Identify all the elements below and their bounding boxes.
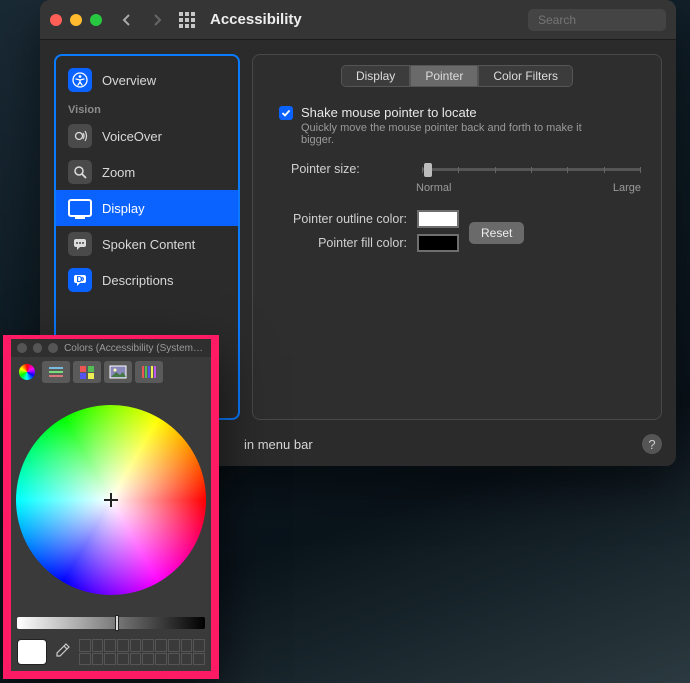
- sidebar-item-spoken-content[interactable]: Spoken Content: [56, 226, 238, 262]
- help-button[interactable]: ?: [642, 434, 662, 454]
- shake-to-locate-hint: Quickly move the mouse pointer back and …: [301, 122, 601, 146]
- sidebar-item-label: Overview: [102, 73, 156, 88]
- accessibility-icon: [68, 68, 92, 92]
- picker-minimize-button[interactable]: [33, 343, 43, 353]
- sidebar-item-display[interactable]: Display: [56, 190, 238, 226]
- slider-max-label: Large: [613, 182, 641, 194]
- picker-mode-sliders[interactable]: [42, 361, 70, 383]
- forward-button[interactable]: [146, 9, 168, 31]
- content-pane: Display Pointer Color Filters Shake mous…: [252, 54, 662, 420]
- pointer-size-label: Pointer size:: [291, 162, 416, 176]
- sliders-icon: [48, 365, 64, 379]
- picker-title: Colors (Accessibility (System P...: [64, 343, 205, 354]
- sidebar-item-overview[interactable]: Overview: [56, 62, 238, 98]
- eyedropper-button[interactable]: [53, 642, 73, 662]
- slider-min-label: Normal: [416, 182, 451, 194]
- color-wheel[interactable]: [16, 405, 206, 595]
- window-controls: [50, 14, 102, 26]
- window-title: Accessibility: [210, 11, 302, 28]
- titlebar: Accessibility: [40, 0, 676, 40]
- picker-mode-palettes[interactable]: [73, 361, 101, 383]
- show-all-button[interactable]: [176, 9, 198, 31]
- picker-bottom-bar: [11, 633, 211, 671]
- color-wheel-icon: [19, 364, 35, 380]
- color-picker-panel: Colors (Accessibility (System P...: [3, 335, 219, 679]
- tab-display[interactable]: Display: [341, 65, 410, 87]
- shake-to-locate-checkbox[interactable]: [279, 106, 293, 120]
- grid-icon: [177, 10, 197, 30]
- speech-bubble-icon: [68, 232, 92, 256]
- brightness-thumb[interactable]: [115, 615, 119, 631]
- crosshair-icon: [104, 493, 118, 507]
- image-icon: [109, 365, 127, 379]
- sidebar-item-voiceover[interactable]: VoiceOver: [56, 118, 238, 154]
- brightness-slider[interactable]: [17, 617, 205, 629]
- sidebar-item-label: Display: [102, 201, 145, 216]
- sidebar-item-label: Zoom: [102, 165, 135, 180]
- picker-mode-wheel[interactable]: [15, 361, 39, 383]
- shake-to-locate-label: Shake mouse pointer to locate: [301, 105, 477, 120]
- chevron-left-icon: [122, 14, 132, 26]
- tab-color-filters[interactable]: Color Filters: [478, 65, 573, 87]
- close-button[interactable]: [50, 14, 62, 26]
- palette-icon: [79, 365, 95, 379]
- question-icon: ?: [648, 437, 655, 452]
- saved-swatches-grid[interactable]: [79, 639, 205, 665]
- outline-color-row: Pointer outline color: Reset: [267, 208, 647, 230]
- picker-mode-image[interactable]: [104, 361, 132, 383]
- chevron-right-icon: [152, 14, 162, 26]
- descriptions-icon: D: [68, 268, 92, 292]
- zoom-button[interactable]: [90, 14, 102, 26]
- voiceover-icon: [68, 124, 92, 148]
- pointer-size-slider[interactable]: [422, 168, 641, 171]
- sidebar-item-descriptions[interactable]: D Descriptions: [56, 262, 238, 298]
- sidebar-item-label: VoiceOver: [102, 129, 162, 144]
- eyedropper-icon: [53, 642, 71, 660]
- display-icon: [68, 196, 92, 220]
- pointer-size-row: Pointer size:: [267, 162, 647, 176]
- tab-bar: Display Pointer Color Filters: [267, 65, 647, 87]
- reset-button[interactable]: Reset: [469, 222, 524, 244]
- picker-mode-bar: [11, 357, 211, 387]
- search-input[interactable]: [528, 9, 666, 31]
- picker-mode-pencils[interactable]: [135, 361, 163, 383]
- picker-titlebar: Colors (Accessibility (System P...: [11, 339, 211, 357]
- minimize-button[interactable]: [70, 14, 82, 26]
- current-color-swatch[interactable]: [17, 639, 47, 665]
- check-icon: [281, 108, 291, 118]
- pencils-icon: [141, 364, 157, 380]
- sidebar-group-vision: Vision: [56, 98, 238, 118]
- back-button[interactable]: [116, 9, 138, 31]
- tab-pointer[interactable]: Pointer: [410, 65, 478, 87]
- menubar-fragment-label: in menu bar: [244, 437, 313, 452]
- sidebar-item-label: Descriptions: [102, 273, 174, 288]
- outline-color-well[interactable]: [417, 210, 459, 228]
- outline-color-label: Pointer outline color:: [267, 212, 407, 226]
- sidebar-item-zoom[interactable]: Zoom: [56, 154, 238, 190]
- fill-color-row: Pointer fill color:: [267, 234, 647, 252]
- color-wheel-area: [11, 387, 211, 613]
- picker-zoom-button[interactable]: [48, 343, 58, 353]
- shake-to-locate-row: Shake mouse pointer to locate: [279, 105, 647, 120]
- slider-thumb[interactable]: [424, 163, 432, 177]
- zoom-icon: [68, 160, 92, 184]
- sidebar-item-label: Spoken Content: [102, 237, 195, 252]
- fill-color-label: Pointer fill color:: [267, 236, 407, 250]
- picker-close-button[interactable]: [17, 343, 27, 353]
- fill-color-well[interactable]: [417, 234, 459, 252]
